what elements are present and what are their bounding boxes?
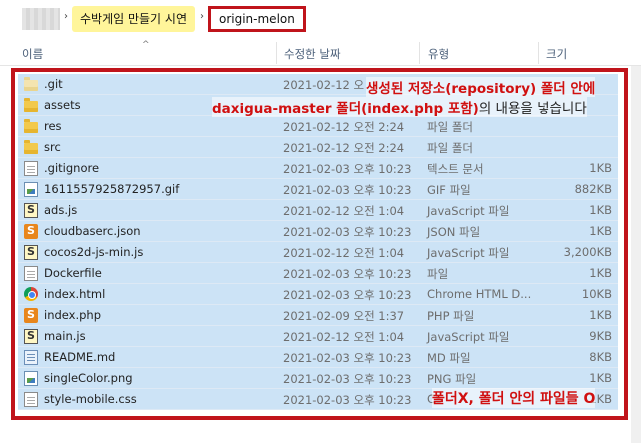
chevron-right-icon: › (64, 11, 68, 22)
breadcrumb-parent-folder[interactable]: 수박게임 만들기 시연 (72, 6, 195, 32)
blurred-path-segment (22, 8, 60, 30)
annotation-text-line2-emphasis: daxigua-master 폴더(index.php 포함) (212, 101, 479, 117)
column-date-header[interactable]: 수정한 날짜 (284, 46, 341, 62)
column-name-header[interactable]: 이름 (22, 46, 43, 62)
column-divider[interactable] (419, 42, 420, 64)
sort-ascending-icon: ^ (142, 40, 150, 50)
annotation-text-bottom: 폴더X, 폴더 안의 파일들 O (432, 388, 596, 408)
chevron-right-icon: › (200, 11, 204, 22)
vertical-scrollbar[interactable] (631, 66, 641, 443)
column-divider[interactable] (276, 42, 277, 64)
column-divider[interactable] (538, 42, 539, 64)
annotation-text-line2-rest: 의 내용을 넣습니다 (478, 101, 587, 117)
column-size-header[interactable]: 크기 (546, 46, 567, 62)
column-type-header[interactable]: 유형 (428, 46, 449, 62)
annotation-text-line1: 생성된 저장소(repository) 폴더 안에 (366, 77, 596, 97)
annotation-text-line2: daxigua-master 폴더(index.php 포함)의 내용을 넣습니… (212, 97, 587, 117)
address-bar[interactable]: › 수박게임 만들기 시연 › origin-melon (0, 0, 641, 40)
column-header: 이름 수정한 날짜 유형 크기 (0, 40, 641, 66)
annotation-frame (11, 68, 628, 420)
breadcrumb-current-folder[interactable]: origin-melon (208, 6, 306, 32)
